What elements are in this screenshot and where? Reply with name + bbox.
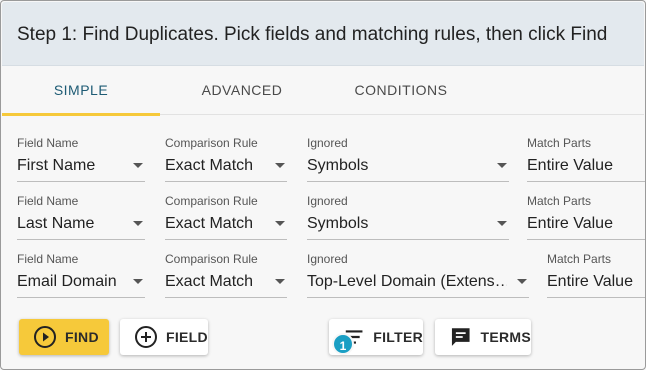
dropdown-caret-icon [517, 279, 527, 284]
find-button-label: FIND [65, 329, 99, 345]
tab-simple[interactable]: SIMPLE [2, 66, 160, 116]
filter-count-badge: 1 [332, 333, 354, 355]
dropdown-caret-icon [133, 279, 143, 284]
field-name-label: Field Name [17, 252, 79, 266]
field-underline [17, 297, 145, 298]
comparison-rule-value: Exact Match [165, 273, 254, 290]
dropdown-caret-icon [497, 163, 507, 168]
field-name-value: Last Name [17, 215, 95, 232]
dropdown-caret-icon [275, 221, 285, 226]
step-header: Step 1: Find Duplicates. Pick fields and… [2, 2, 644, 66]
field-underline [307, 297, 529, 298]
comparison-rule-label: Comparison Rule [165, 136, 258, 150]
tab-conditions[interactable]: CONDITIONS [322, 66, 480, 115]
field-underline [165, 297, 287, 298]
field-underline [527, 181, 645, 182]
tab-bar: SIMPLE ADVANCED CONDITIONS [2, 66, 644, 116]
comparison-rule-label: Comparison Rule [165, 194, 258, 208]
dropdown-caret-icon [133, 163, 143, 168]
add-field-button-label: FIELD [166, 329, 208, 345]
find-button[interactable]: FIND [19, 319, 109, 355]
ignored-value: Symbols [307, 215, 369, 232]
field-underline [165, 181, 287, 182]
ignored-label: Ignored [307, 252, 348, 266]
dropdown-caret-icon [275, 279, 285, 284]
terms-button-label: TERMS [480, 329, 531, 345]
field-underline [307, 239, 509, 240]
match-parts-value: Entire Value [527, 157, 613, 174]
match-parts-value: Entire Value [527, 215, 613, 232]
field-underline [527, 239, 645, 240]
field-name-value: First Name [17, 157, 96, 174]
field-name-value: Email Domain [17, 273, 117, 290]
match-parts-label: Match Parts [547, 252, 612, 266]
dropdown-caret-icon [275, 163, 285, 168]
field-underline [547, 297, 645, 298]
field-underline [17, 239, 145, 240]
find-duplicates-panel: Step 1: Find Duplicates. Pick fields and… [0, 0, 646, 370]
add-field-button[interactable]: FIELD [120, 319, 208, 355]
comparison-rule-value: Exact Match [165, 215, 254, 232]
step-title: Step 1: Find Duplicates. Pick fields and… [17, 24, 608, 45]
comparison-rule-value: Exact Match [165, 157, 254, 174]
tab-advanced[interactable]: ADVANCED [163, 66, 321, 115]
field-name-label: Field Name [17, 194, 79, 208]
play-circle-icon [34, 326, 56, 348]
field-underline [165, 239, 287, 240]
filter-button-label: FILTER [373, 329, 423, 345]
comment-icon [451, 328, 470, 346]
match-parts-label: Match Parts [527, 136, 592, 150]
terms-button[interactable]: TERMS [435, 319, 531, 355]
ignored-label: Ignored [307, 194, 348, 208]
field-underline [307, 181, 509, 182]
dropdown-caret-icon [497, 221, 507, 226]
comparison-rule-label: Comparison Rule [165, 252, 258, 266]
add-circle-icon [135, 326, 157, 348]
match-parts-label: Match Parts [527, 194, 592, 208]
field-name-label: Field Name [17, 136, 79, 150]
ignored-value: Top-Level Domain (Extens… [307, 273, 507, 290]
ignored-label: Ignored [307, 136, 348, 150]
field-underline [17, 181, 145, 182]
dropdown-caret-icon [133, 221, 143, 226]
match-parts-value: Entire Value [547, 273, 633, 290]
ignored-value: Symbols [307, 157, 369, 174]
